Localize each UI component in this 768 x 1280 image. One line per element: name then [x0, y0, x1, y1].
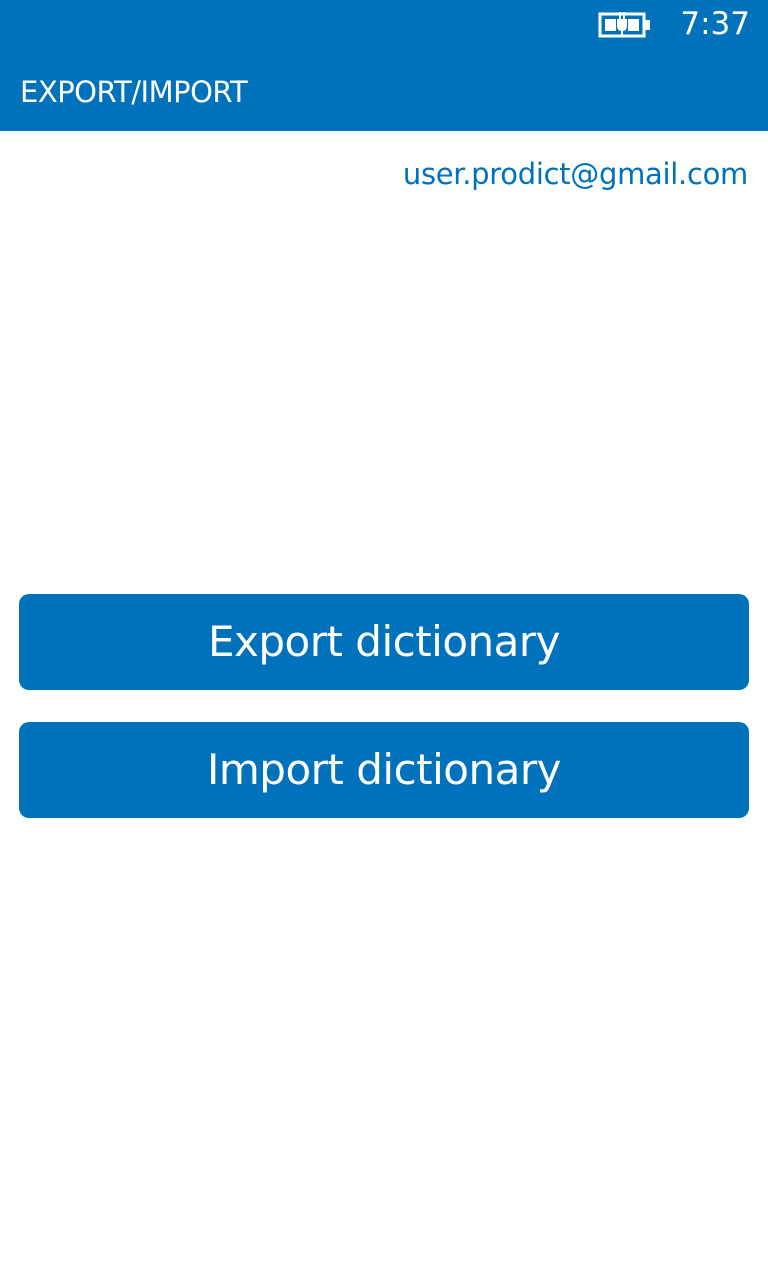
export-dictionary-label: Export dictionary: [207, 617, 561, 666]
account-email: user.prodict@gmail.com: [402, 157, 748, 191]
status-time: 7:37: [680, 6, 750, 42]
app-header: 7:37 EXPORT/IMPORT: [0, 0, 768, 131]
import-dictionary-label: Import dictionary: [207, 745, 561, 794]
export-dictionary-button[interactable]: Export dictionary: [19, 594, 749, 690]
status-bar: 7:37: [0, 0, 768, 50]
battery-charging-icon: [598, 10, 652, 40]
import-dictionary-button[interactable]: Import dictionary: [19, 722, 749, 818]
page-title: EXPORT/IMPORT: [20, 75, 248, 109]
